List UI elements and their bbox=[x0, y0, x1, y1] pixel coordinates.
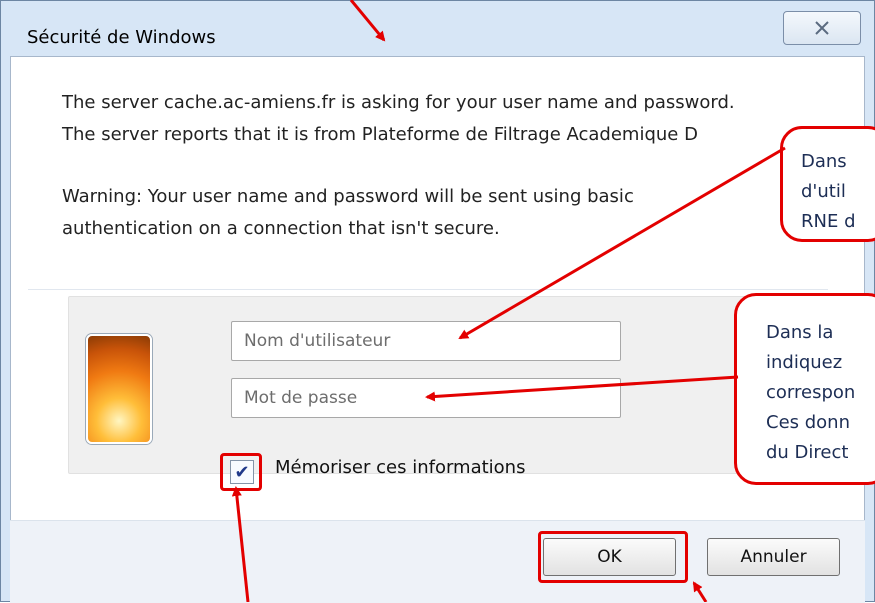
arrow-to-password bbox=[425, 375, 739, 402]
arrow-to-ok bbox=[692, 581, 708, 602]
annotation-arrows bbox=[231, 0, 786, 602]
arrow-to-username bbox=[458, 146, 786, 340]
arrow-to-title bbox=[349, 0, 386, 42]
arrow-to-checkbox bbox=[231, 486, 250, 602]
